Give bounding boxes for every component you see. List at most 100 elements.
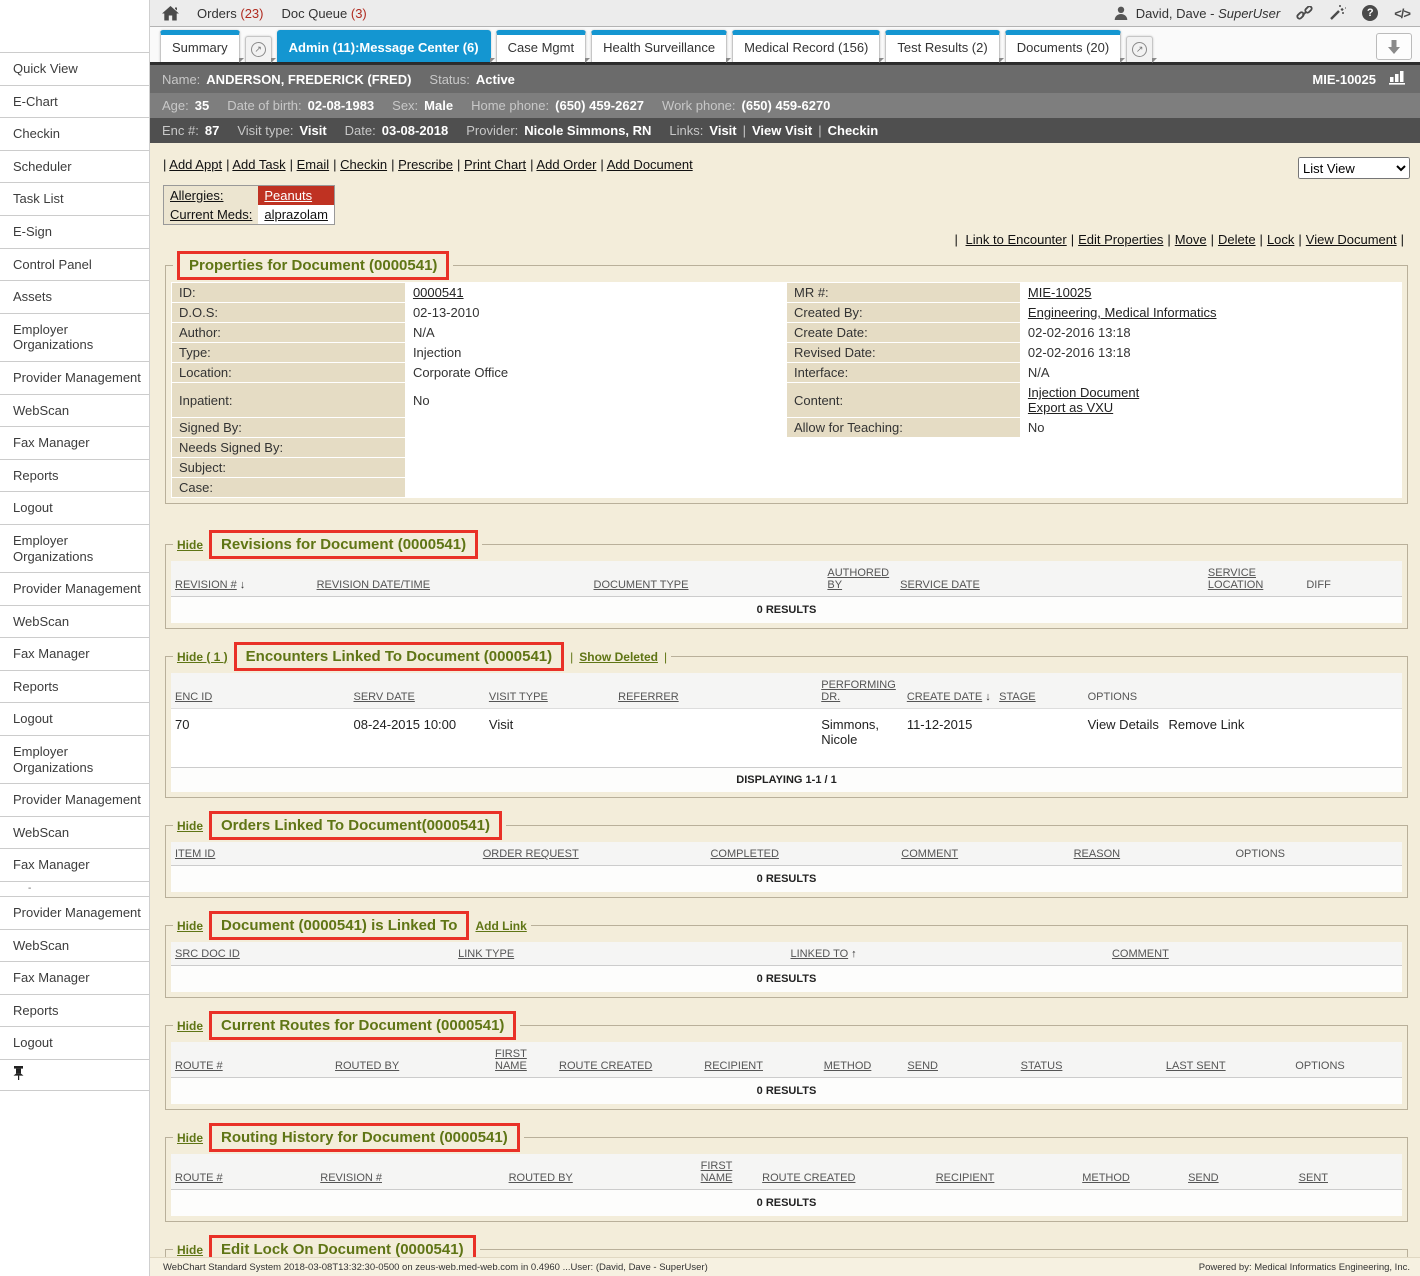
remove-link-link[interactable]: Remove Link	[1169, 717, 1245, 732]
document-action-link[interactable]: Delete	[1218, 232, 1256, 247]
column-header[interactable]: ROUTE #	[171, 1042, 331, 1078]
chart-action-link[interactable]: Add Order	[530, 157, 596, 172]
sidebar-item[interactable]: Fax Manager	[0, 427, 149, 460]
chart-action-link[interactable]: Prescribe	[391, 157, 453, 172]
column-header[interactable]: VISIT TYPE	[485, 673, 614, 709]
sidebar-item[interactable]: Control Panel	[0, 249, 149, 282]
orders-hide-link[interactable]: Hide	[177, 819, 203, 833]
sidebar-item[interactable]: Provider Management	[0, 897, 149, 930]
column-header[interactable]: ITEM ID	[171, 842, 479, 866]
column-header[interactable]: METHOD	[820, 1042, 904, 1078]
download-button[interactable]	[1376, 33, 1412, 60]
column-header[interactable]: AUTHORED BY	[823, 561, 896, 597]
column-header[interactable]: LINKED TO↑	[786, 942, 1108, 966]
linked-to-hide-link[interactable]: Hide	[177, 919, 203, 933]
column-header[interactable]: COMPLETED	[706, 842, 897, 866]
sidebar-item[interactable]: WebScan	[0, 930, 149, 963]
tab-medical-record[interactable]: Medical Record (156)	[732, 30, 880, 62]
sidebar-pin-item[interactable]	[0, 1060, 149, 1091]
column-header[interactable]: LAST SENT	[1162, 1042, 1291, 1078]
sidebar-item[interactable]: Logout	[0, 492, 149, 525]
chart-action-link[interactable]: Add Appt	[163, 157, 222, 172]
user-label[interactable]: David, Dave - SuperUser	[1136, 6, 1281, 21]
column-header[interactable]: REVISION #	[316, 1154, 504, 1190]
column-header[interactable]: PERFORMING DR.	[817, 673, 903, 709]
edit-lock-hide-link[interactable]: Hide	[177, 1243, 203, 1257]
help-icon[interactable]: ?	[1362, 5, 1378, 21]
show-deleted-link[interactable]: Show Deleted	[579, 650, 658, 664]
document-action-link[interactable]: View Document	[1306, 232, 1397, 247]
current-meds-value[interactable]: alprazolam	[258, 205, 334, 224]
column-header[interactable]: OPTIONS	[1232, 842, 1403, 866]
column-header[interactable]: SRC DOC ID	[171, 942, 454, 966]
column-header[interactable]: ROUTE CREATED	[555, 1042, 700, 1078]
current-meds-label[interactable]: Current Meds:	[164, 205, 258, 224]
code-icon[interactable]: </>	[1394, 6, 1410, 21]
orders-nav-link[interactable]: Orders (23)	[197, 6, 263, 21]
injection-document-link[interactable]: Injection Document	[1028, 385, 1394, 400]
mr-link[interactable]: MIE-10025	[1028, 285, 1092, 300]
encounters-hide-link[interactable]: Hide ( 1 )	[177, 650, 228, 664]
column-header[interactable]: COMMENT	[1108, 942, 1402, 966]
view-details-link[interactable]: View Details	[1088, 717, 1159, 732]
checkin-link[interactable]: Checkin	[828, 123, 879, 138]
tab-admin-message-center[interactable]: Admin (11):Message Center (6)	[277, 30, 491, 62]
document-action-link[interactable]: Lock	[1267, 232, 1294, 247]
tab-documents[interactable]: Documents (20)	[1005, 30, 1121, 62]
column-header[interactable]: SENT	[1295, 1154, 1402, 1190]
column-header[interactable]: ROUTE CREATED	[758, 1154, 932, 1190]
column-header[interactable]: METHOD	[1078, 1154, 1184, 1190]
column-header[interactable]: SERVICE LOCATION	[1204, 561, 1302, 597]
link-icon[interactable]	[1296, 6, 1313, 21]
column-header[interactable]: ROUTED BY	[505, 1154, 697, 1190]
sidebar-item[interactable]: E-Sign	[0, 216, 149, 249]
column-header[interactable]: SEND	[1184, 1154, 1295, 1190]
sidebar-item[interactable]: Reports	[0, 671, 149, 704]
column-header[interactable]: SERVICE DATE	[896, 561, 1204, 597]
history-hide-link[interactable]: Hide	[177, 1131, 203, 1145]
tab-summary[interactable]: Summary	[160, 30, 240, 62]
column-header[interactable]: ROUTE #	[171, 1154, 316, 1190]
column-header[interactable]: RECIPIENT	[932, 1154, 1078, 1190]
column-header[interactable]: SEND	[903, 1042, 1016, 1078]
allergies-label[interactable]: Allergies:	[164, 186, 258, 205]
column-header[interactable]: RECIPIENT	[700, 1042, 819, 1078]
sidebar-item[interactable]: Logout	[0, 703, 149, 736]
sidebar-item[interactable]: WebScan	[0, 606, 149, 639]
sidebar-item[interactable]: Logout	[0, 1027, 149, 1060]
column-header[interactable]: SERV DATE	[349, 673, 484, 709]
column-header[interactable]: REVISION DATE/TIME	[313, 561, 590, 597]
sidebar-item[interactable]: Fax Manager	[0, 962, 149, 995]
documents-external-icon[interactable]: ↗	[1126, 36, 1153, 62]
sidebar-item[interactable]: Provider Management	[0, 573, 149, 606]
sidebar-item[interactable]: WebScan	[0, 395, 149, 428]
sidebar-item[interactable]: Provider Management	[0, 362, 149, 395]
column-header[interactable]: OPTIONS	[1291, 1042, 1402, 1078]
column-header[interactable]: OPTIONS	[1084, 673, 1402, 709]
wand-icon[interactable]	[1329, 5, 1346, 21]
column-header[interactable]: DIFF	[1302, 561, 1402, 597]
chart-action-link[interactable]: Print Chart	[457, 157, 526, 172]
column-header[interactable]: DOCUMENT TYPE	[590, 561, 824, 597]
sidebar-item[interactable]: Provider Management	[0, 784, 149, 817]
summary-external-icon[interactable]: ↗	[245, 36, 272, 62]
column-header[interactable]: ROUTED BY	[331, 1042, 491, 1078]
sidebar-item[interactable]: Employer Organizations	[0, 525, 149, 573]
tab-case-mgmt[interactable]: Case Mgmt	[496, 30, 586, 62]
created-by-link[interactable]: Engineering, Medical Informatics	[1028, 305, 1217, 320]
document-action-link[interactable]: Link to Encounter	[966, 232, 1067, 247]
tab-health-surveillance[interactable]: Health Surveillance	[591, 30, 727, 62]
chart-stats-icon[interactable]	[1388, 70, 1408, 88]
sidebar-item[interactable]: -	[0, 882, 149, 897]
column-header[interactable]: REVISION #↓	[171, 561, 313, 597]
sidebar-item[interactable]: Reports	[0, 995, 149, 1028]
sidebar-item[interactable]: Assets	[0, 281, 149, 314]
sidebar-item[interactable]: Employer Organizations	[0, 314, 149, 362]
sidebar-item[interactable]: Scheduler	[0, 151, 149, 184]
column-header[interactable]: COMMENT	[897, 842, 1069, 866]
column-header[interactable]: FIRST NAME	[697, 1154, 759, 1190]
allergy-value[interactable]: Peanuts	[258, 186, 334, 205]
export-vxu-link[interactable]: Export as VXU	[1028, 400, 1394, 415]
sidebar-item[interactable]: Fax Manager	[0, 849, 149, 882]
sidebar-item[interactable]: Task List	[0, 183, 149, 216]
